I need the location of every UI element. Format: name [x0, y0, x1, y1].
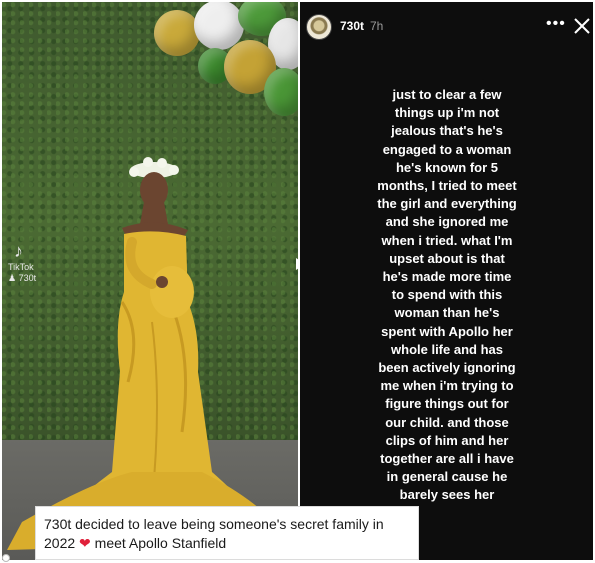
woman-figure	[7, 157, 292, 550]
story-text: just to clear a few things up i'm not je…	[377, 87, 517, 503]
tiktok-logo-icon: ♪	[14, 241, 23, 261]
heart-icon: ❤	[79, 535, 91, 551]
tiktok-handle: ♟ 730t	[8, 273, 37, 283]
story-time: 7h	[370, 19, 384, 33]
close-icon[interactable]	[573, 17, 591, 35]
corner-indicator	[2, 554, 10, 562]
story-username[interactable]: 730t	[340, 19, 364, 33]
caption-line-1: 730t decided to leave being someone's se…	[44, 516, 384, 532]
screenshot-frame: ♪ TikTok ♟ 730t 730t 7h ••• just to clea…	[0, 0, 595, 563]
more-horizontal-icon[interactable]: •••	[546, 16, 566, 32]
caption-box: 730t decided to leave being someone's se…	[35, 506, 419, 560]
tiktok-watermark: ♪ TikTok ♟ 730t	[8, 242, 36, 284]
story-header: 730t 7h •••	[300, 2, 593, 54]
tiktok-brand: TikTok	[8, 262, 34, 272]
left-photo: ♪ TikTok ♟ 730t	[2, 2, 298, 560]
avatar[interactable]	[306, 14, 332, 40]
caption-line-2: meet Apollo Stanfield	[94, 535, 227, 551]
story-panel: 730t 7h ••• just to clear a few things u…	[300, 2, 593, 560]
caption-year: 2022	[44, 535, 76, 551]
story-bottom-strip	[420, 528, 593, 560]
